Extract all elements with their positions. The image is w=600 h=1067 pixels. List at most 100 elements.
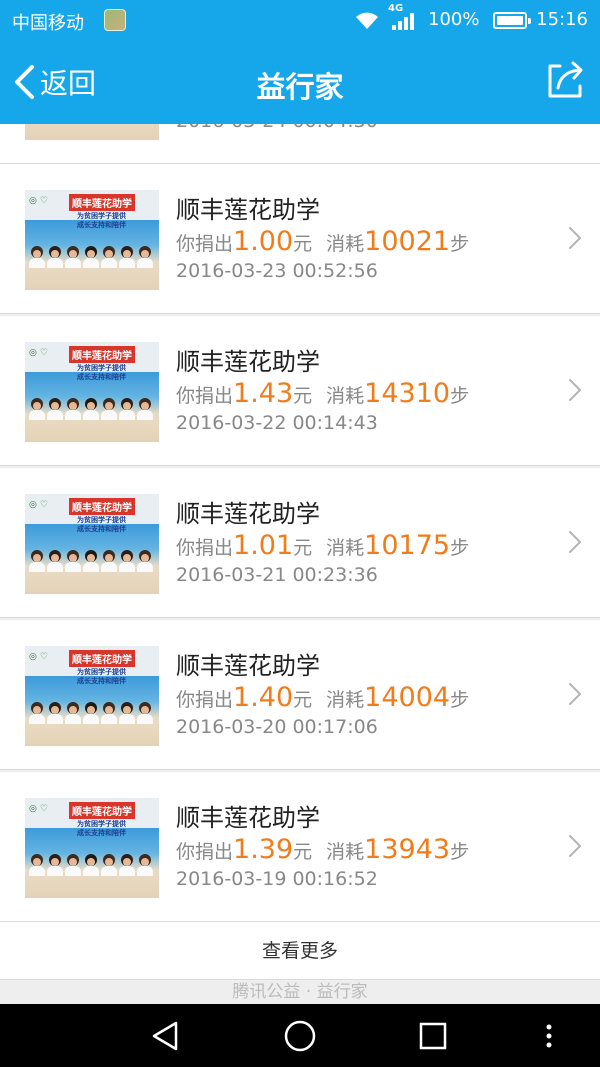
- battery-icon: [493, 12, 531, 29]
- project-thumbnail: ◎ ♡ 顺丰莲花助学 为贫困学子提供 成长支持和陪伴: [25, 494, 159, 594]
- donation-date: 2016-03-21 00:23:36: [176, 564, 378, 586]
- step-count: 10175: [364, 530, 451, 561]
- donate-prefix: 你捐出: [176, 385, 234, 407]
- project-name: 顺丰莲花助学: [176, 500, 320, 528]
- currency-unit: 元: [293, 689, 313, 711]
- students-photo: [25, 246, 159, 268]
- thumbnail-banner: 顺丰莲花助学: [69, 194, 135, 211]
- nav-header: 返回 益行家: [0, 40, 600, 124]
- thumbnail-banner: 顺丰莲花助学: [69, 650, 135, 667]
- list-item[interactable]: ◎ ♡ 顺丰莲花助学 为贫困学子提供 成长支持和陪伴 顺丰莲花助学你捐出1.00元 消耗1…: [0, 164, 600, 314]
- donation-summary: 你捐出1.39元 消耗13943步: [176, 834, 469, 865]
- donation-amount: 1.39: [233, 834, 294, 865]
- students-photo: [25, 702, 159, 724]
- donation-date: 2016-03-24 00:04:30: [176, 124, 378, 132]
- students-photo: [25, 854, 159, 876]
- thumbnail-slogan: 为贫困学子提供 成长支持和陪伴: [77, 820, 126, 837]
- currency-unit: 元: [293, 841, 313, 863]
- logo-icon: ◎ ♡: [29, 652, 49, 662]
- currency-unit: 元: [293, 385, 313, 407]
- logo-icon: ◎ ♡: [29, 196, 49, 206]
- donation-date: 2016-03-20 00:17:06: [176, 716, 378, 738]
- logo-icon: ◎ ♡: [29, 804, 49, 814]
- home-circle-icon[interactable]: [282, 1018, 318, 1054]
- project-thumbnail: ◎ ♡ 顺丰莲花助学 为贫困学子提供 成长支持和陪伴: [25, 342, 159, 442]
- chevron-right-icon: [569, 379, 581, 401]
- thumbnail-slogan: 为贫困学子提供 成长支持和陪伴: [77, 364, 126, 381]
- project-name: 顺丰莲花助学: [176, 348, 320, 376]
- project-thumbnail: ◎ ♡ 顺丰莲花助学 为贫困学子提供 成长支持和陪伴: [25, 190, 159, 290]
- signal-icon: [392, 13, 414, 30]
- donate-prefix: 你捐出: [176, 841, 234, 863]
- donation-summary: 你捐出1.40元 消耗14004步: [176, 682, 469, 713]
- donation-amount: 1.01: [233, 530, 294, 561]
- list-item[interactable]: ◎ ♡ 顺丰莲花助学 为贫困学子提供 成长支持和陪伴 顺丰莲花助学 你捐出1.40元 消耗1…: [0, 620, 600, 770]
- thumbnail-slogan: 为贫困学子提供 成长支持和陪伴: [77, 212, 126, 229]
- donation-date: 2016-03-23 00:52:56: [176, 260, 378, 282]
- donation-list: ◎ ♡ 顺丰莲花助学 2016-03-24 00:04:30 ◎ ♡ 顺丰莲花助学…: [0, 124, 600, 1004]
- chevron-right-icon: [569, 531, 581, 553]
- view-more-button[interactable]: 查看更多: [0, 922, 600, 980]
- back-triangle-icon[interactable]: [148, 1018, 184, 1054]
- logo-icon: ◎ ♡: [29, 500, 49, 510]
- currency-unit: 元: [293, 537, 313, 559]
- project-name: 顺丰莲花助学: [176, 652, 320, 680]
- battery-percent: 100%: [428, 9, 480, 30]
- footer-text: 腾讯公益 · 益行家: [232, 982, 368, 1002]
- consume-prefix: 消耗: [326, 841, 365, 863]
- thumbnail-banner: 顺丰莲花助学: [69, 346, 135, 363]
- step-count: 10021: [364, 226, 451, 257]
- sim-card-icon: [104, 9, 126, 31]
- clock: 15:16: [536, 9, 588, 30]
- step-count: 14004: [364, 682, 451, 713]
- consume-prefix: 消耗: [326, 385, 365, 407]
- donation-summary: 你捐出1.43元 消耗14310步: [176, 378, 469, 409]
- donation-summary: 你捐出1.01元 消耗10175步: [176, 530, 469, 561]
- donation-date: 2016-03-19 00:16:52: [176, 868, 378, 890]
- steps-unit: 步: [450, 233, 470, 255]
- project-thumbnail: ◎ ♡ 顺丰莲花助学 为贫困学子提供 成长支持和陪伴: [25, 798, 159, 898]
- students-photo: [25, 550, 159, 572]
- list-item[interactable]: ◎ ♡ 顺丰莲花助学 为贫困学子提供 成长支持和陪伴 顺丰莲花助学 你捐出1.43元 消耗1…: [0, 316, 600, 466]
- donation-amount: 1.00: [233, 226, 294, 257]
- thumbnail-banner: 顺丰莲花助学: [69, 802, 135, 819]
- chevron-right-icon: [569, 227, 581, 249]
- chevron-right-icon: [569, 683, 581, 705]
- status-bar: 中国移动 4G 100% 15:16: [0, 0, 600, 40]
- system-nav-bar: [0, 1004, 600, 1067]
- more-dots-icon[interactable]: [534, 1018, 564, 1054]
- carrier-label: 中国移动: [12, 13, 84, 34]
- consume-prefix: 消耗: [326, 537, 365, 559]
- students-photo: [25, 398, 159, 420]
- consume-prefix: 消耗: [326, 689, 365, 711]
- donation-amount: 1.43: [233, 378, 294, 409]
- logo-icon: ◎ ♡: [29, 348, 49, 358]
- chevron-right-icon: [569, 835, 581, 857]
- steps-unit: 步: [450, 537, 470, 559]
- thumbnail-banner: 顺丰莲花助学: [69, 498, 135, 515]
- donation-summary: 你捐出1.00元 消耗10021步: [176, 226, 469, 257]
- donation-amount: 1.40: [233, 682, 294, 713]
- consume-prefix: 消耗: [326, 233, 365, 255]
- project-thumbnail: ◎ ♡ 顺丰莲花助学 为贫困学子提供 成长支持和陪伴: [25, 646, 159, 746]
- steps-unit: 步: [450, 841, 470, 863]
- list-item[interactable]: ◎ ♡ 顺丰莲花助学 为贫困学子提供 成长支持和陪伴 顺丰莲花助学 你捐出1.39元 消耗1…: [0, 772, 600, 922]
- thumbnail-slogan: 为贫困学子提供 成长支持和陪伴: [77, 516, 126, 533]
- donate-prefix: 你捐出: [176, 689, 234, 711]
- list-item-partial[interactable]: ◎ ♡ 顺丰莲花助学 2016-03-24 00:04:30: [0, 124, 600, 164]
- step-count: 13943: [364, 834, 451, 865]
- step-count: 14310: [364, 378, 451, 409]
- recents-square-icon[interactable]: [415, 1018, 451, 1054]
- share-icon[interactable]: [544, 60, 586, 102]
- project-thumbnail: ◎ ♡ 顺丰莲花助学: [25, 124, 159, 140]
- donate-prefix: 你捐出: [176, 537, 234, 559]
- steps-unit: 步: [450, 385, 470, 407]
- list-item[interactable]: ◎ ♡ 顺丰莲花助学 为贫困学子提供 成长支持和陪伴 顺丰莲花助学 你捐出1.01元 消耗1…: [0, 468, 600, 618]
- steps-unit: 步: [450, 689, 470, 711]
- wifi-icon: [356, 12, 378, 29]
- app-header-background: 中国移动 4G 100% 15:16 返回 益行家: [0, 0, 600, 124]
- donation-date: 2016-03-22 00:14:43: [176, 412, 378, 434]
- thumbnail-slogan: 为贫困学子提供 成长支持和陪伴: [77, 668, 126, 685]
- project-name: 顺丰莲花助学: [176, 804, 320, 832]
- currency-unit: 元: [293, 233, 313, 255]
